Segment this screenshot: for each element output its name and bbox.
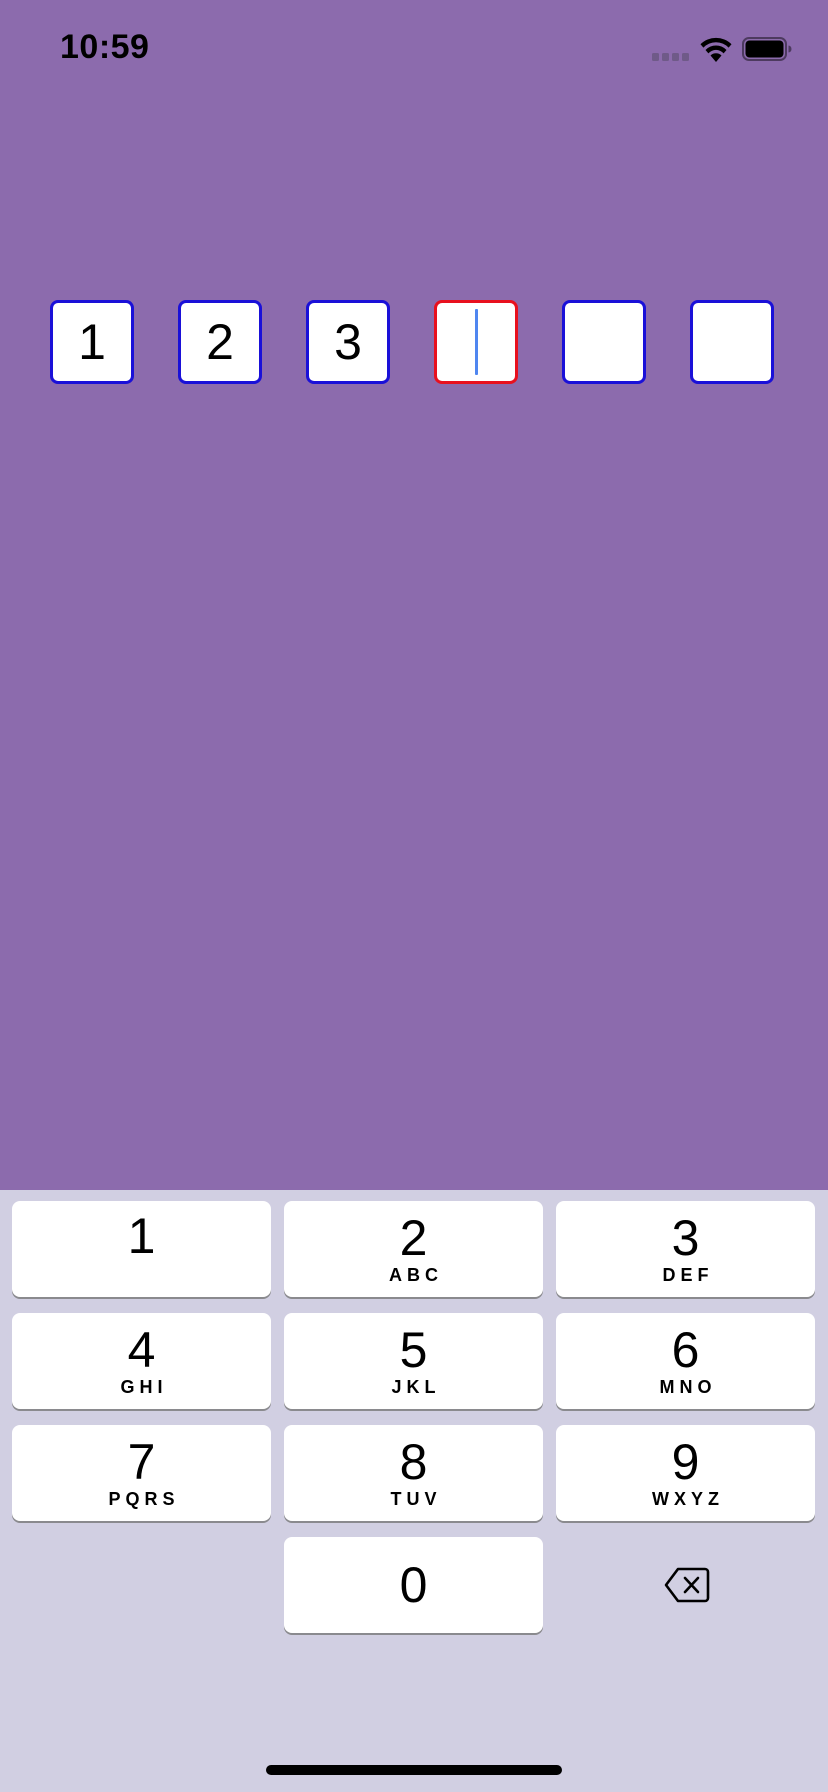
key-9[interactable]: 9 WXYZ xyxy=(556,1425,815,1521)
otp-digit-box-1[interactable]: 1 xyxy=(50,300,134,384)
key-digit: 2 xyxy=(399,1210,428,1266)
otp-digit-box-4[interactable] xyxy=(434,300,518,384)
key-6[interactable]: 6 MNO xyxy=(556,1313,815,1409)
key-0[interactable]: 0 xyxy=(284,1537,543,1633)
key-letters: GHI xyxy=(120,1377,168,1397)
otp-digit-box-6[interactable] xyxy=(690,300,774,384)
key-digit: 3 xyxy=(671,1210,700,1266)
key-letters: PQRS xyxy=(108,1489,180,1509)
key-digit: 0 xyxy=(399,1557,428,1613)
key-digit: 8 xyxy=(399,1434,428,1490)
key-digit: 6 xyxy=(671,1322,700,1378)
key-letters: ABC xyxy=(389,1265,443,1285)
key-digit: 5 xyxy=(399,1322,428,1378)
otp-input-row: 1 2 3 xyxy=(0,0,828,1190)
text-caret xyxy=(474,309,478,375)
key-2[interactable]: 2 ABC xyxy=(284,1201,543,1297)
key-letters: MNO xyxy=(659,1377,717,1397)
otp-digit-box-2[interactable]: 2 xyxy=(178,300,262,384)
key-8[interactable]: 8 TUV xyxy=(284,1425,543,1521)
key-5[interactable]: 5 JKL xyxy=(284,1313,543,1409)
key-1[interactable]: 1 xyxy=(12,1201,271,1297)
home-indicator[interactable] xyxy=(266,1765,562,1775)
otp-digit-box-3[interactable]: 3 xyxy=(306,300,390,384)
otp-digit-box-5[interactable] xyxy=(562,300,646,384)
key-3[interactable]: 3 DEF xyxy=(556,1201,815,1297)
delete-backspace-icon xyxy=(664,1567,710,1603)
key-digit: 4 xyxy=(127,1322,156,1378)
key-letters: TUV xyxy=(390,1489,442,1509)
key-7[interactable]: 7 PQRS xyxy=(12,1425,271,1521)
delete-key[interactable] xyxy=(556,1538,815,1634)
key-letters: WXYZ xyxy=(652,1489,724,1509)
key-digit: 1 xyxy=(127,1208,156,1264)
key-digit: 7 xyxy=(127,1434,156,1490)
key-letters: JKL xyxy=(391,1377,441,1397)
key-4[interactable]: 4 GHI xyxy=(12,1313,271,1409)
key-digit: 9 xyxy=(671,1434,700,1490)
key-letters: DEF xyxy=(662,1265,714,1285)
